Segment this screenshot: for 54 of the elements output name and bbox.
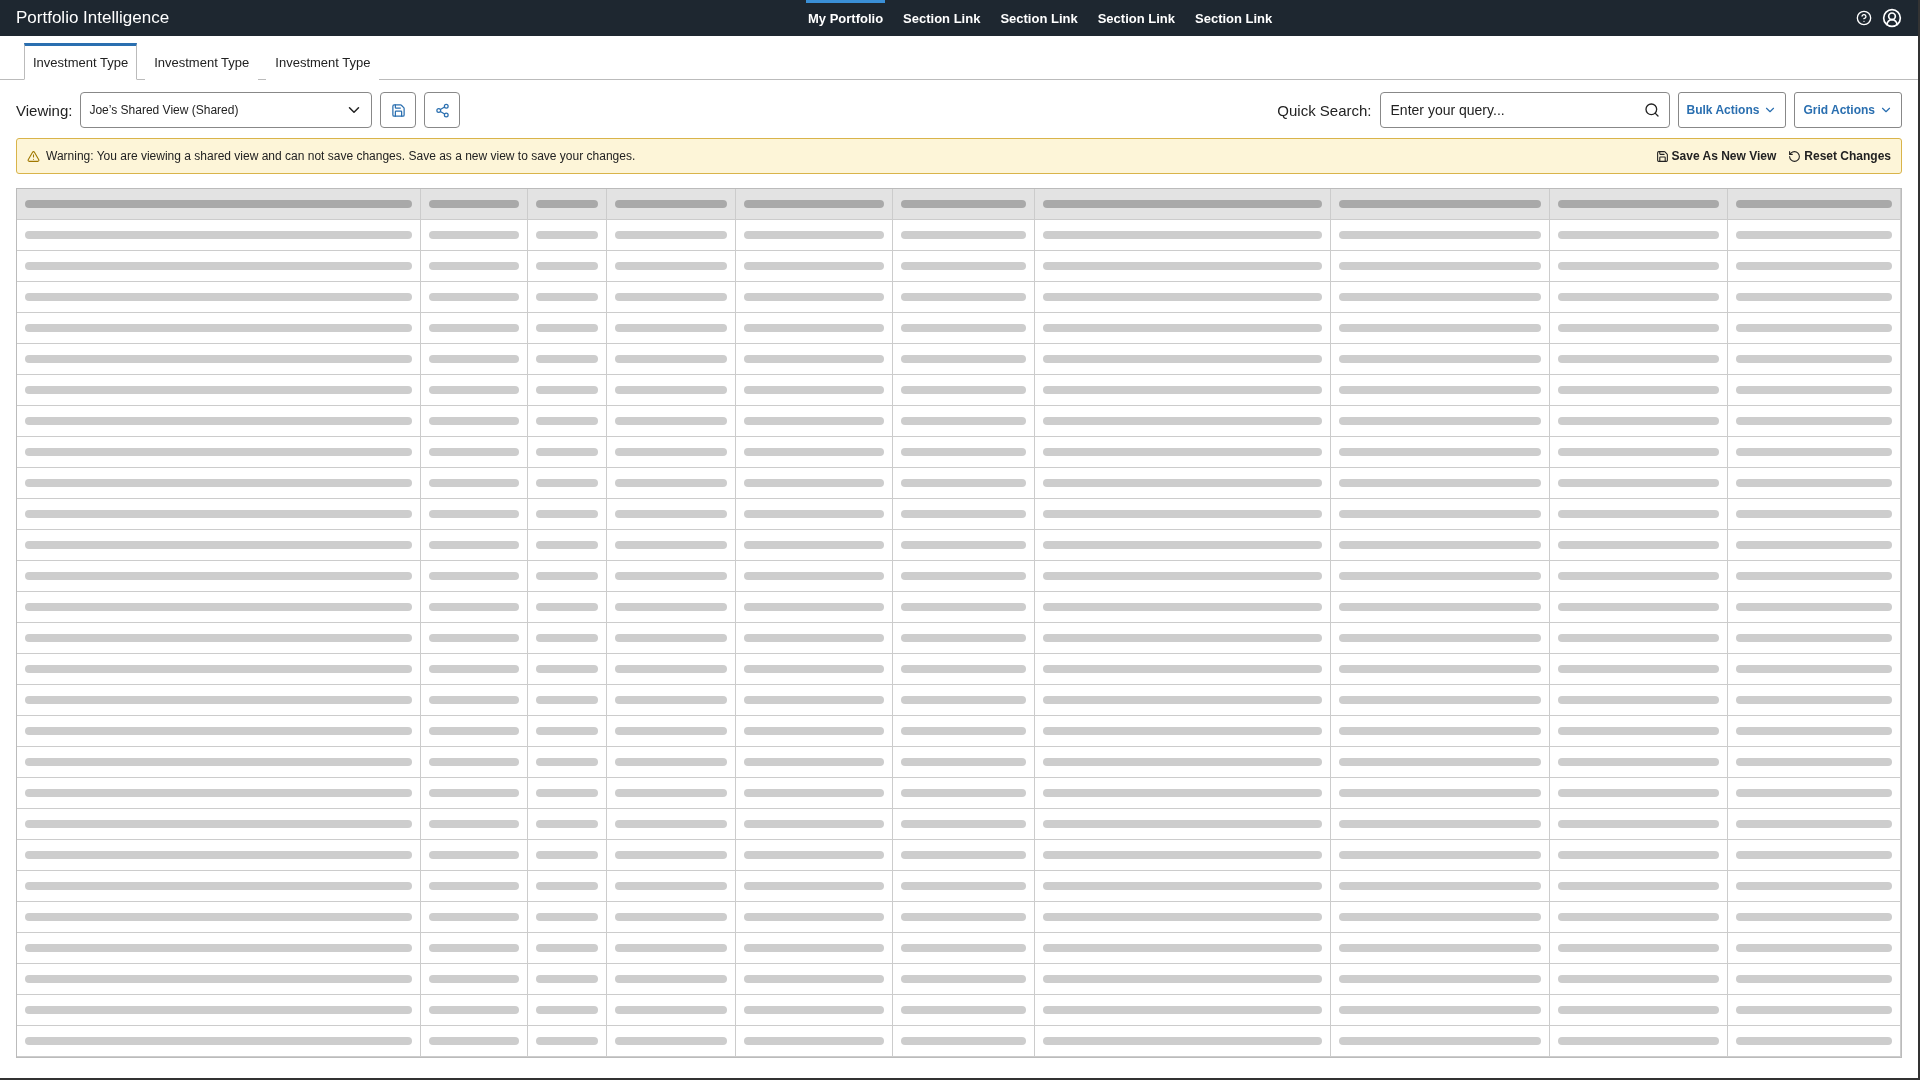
skeleton-bar xyxy=(536,1037,598,1045)
save-icon xyxy=(1655,149,1669,163)
skeleton-bar xyxy=(536,851,598,859)
skeleton-bar xyxy=(536,541,598,549)
skeleton-bar xyxy=(536,448,598,456)
skeleton-bar xyxy=(536,572,598,580)
skeleton-bar xyxy=(536,1006,598,1014)
banner-action-link[interactable]: Save As New View xyxy=(1655,149,1777,163)
view-dropdown[interactable]: Joe’s Shared View (Shared) xyxy=(80,92,373,128)
skeleton-bar xyxy=(536,882,598,890)
warning-message: Warning: You are viewing a shared view and can not save changes. Save as a new view to save your changes. xyxy=(46,149,637,163)
skeleton-bar xyxy=(536,293,598,301)
reset-icon xyxy=(1788,149,1802,163)
skeleton-bar xyxy=(536,789,598,797)
skeleton-bar xyxy=(536,634,598,642)
user-avatar-icon[interactable] xyxy=(1882,8,1902,28)
save-view-button[interactable] xyxy=(380,92,417,128)
skeleton-bar xyxy=(536,913,598,921)
tab[interactable]: Investment Type xyxy=(24,43,138,80)
viewing-label: Viewing: xyxy=(16,101,73,119)
search-field[interactable]: Enter your query... xyxy=(1379,92,1670,128)
share-button[interactable] xyxy=(424,92,461,128)
skeleton-bar xyxy=(536,603,598,611)
skeleton-bar xyxy=(536,975,598,983)
help-icon[interactable] xyxy=(1856,10,1872,26)
actions-dropdown-button[interactable]: Grid Actions xyxy=(1794,92,1902,128)
search-icon[interactable] xyxy=(1643,102,1660,118)
skeleton-bar xyxy=(536,262,598,270)
banner-action-link[interactable]: Reset Changes xyxy=(1788,149,1891,163)
skeleton-bar xyxy=(536,820,598,828)
nav-link[interactable]: Section Link xyxy=(1193,0,1275,36)
skeleton-bar xyxy=(536,758,598,766)
skeleton-bar xyxy=(536,696,598,704)
skeleton-bar xyxy=(536,386,598,394)
nav-link[interactable]: Section Link xyxy=(1095,0,1177,36)
skeleton-bar xyxy=(536,479,598,487)
skeleton-bar xyxy=(536,324,598,332)
nav-link[interactable]: Section Link xyxy=(998,0,1080,36)
quick-search-label: Quick Search: xyxy=(1277,101,1372,119)
app-title: Portfolio Intelligence xyxy=(16,8,171,28)
skeleton-header-bar xyxy=(536,200,598,208)
skeleton-bar xyxy=(536,231,598,239)
skeleton-bar xyxy=(536,510,598,518)
save-icon xyxy=(390,102,406,118)
skeleton-bar xyxy=(536,944,598,952)
skeleton-bar xyxy=(536,355,598,363)
nav-link[interactable]: Section Link xyxy=(901,0,983,36)
skeleton-bar xyxy=(536,665,598,673)
actions-dropdown-button[interactable]: Bulk Actions xyxy=(1677,92,1787,128)
share-icon xyxy=(434,102,450,118)
nav-link[interactable]: My Portfolio xyxy=(806,0,886,36)
skeleton-bar xyxy=(536,417,598,425)
skeleton-bar xyxy=(536,727,598,735)
warning-icon xyxy=(27,149,40,163)
